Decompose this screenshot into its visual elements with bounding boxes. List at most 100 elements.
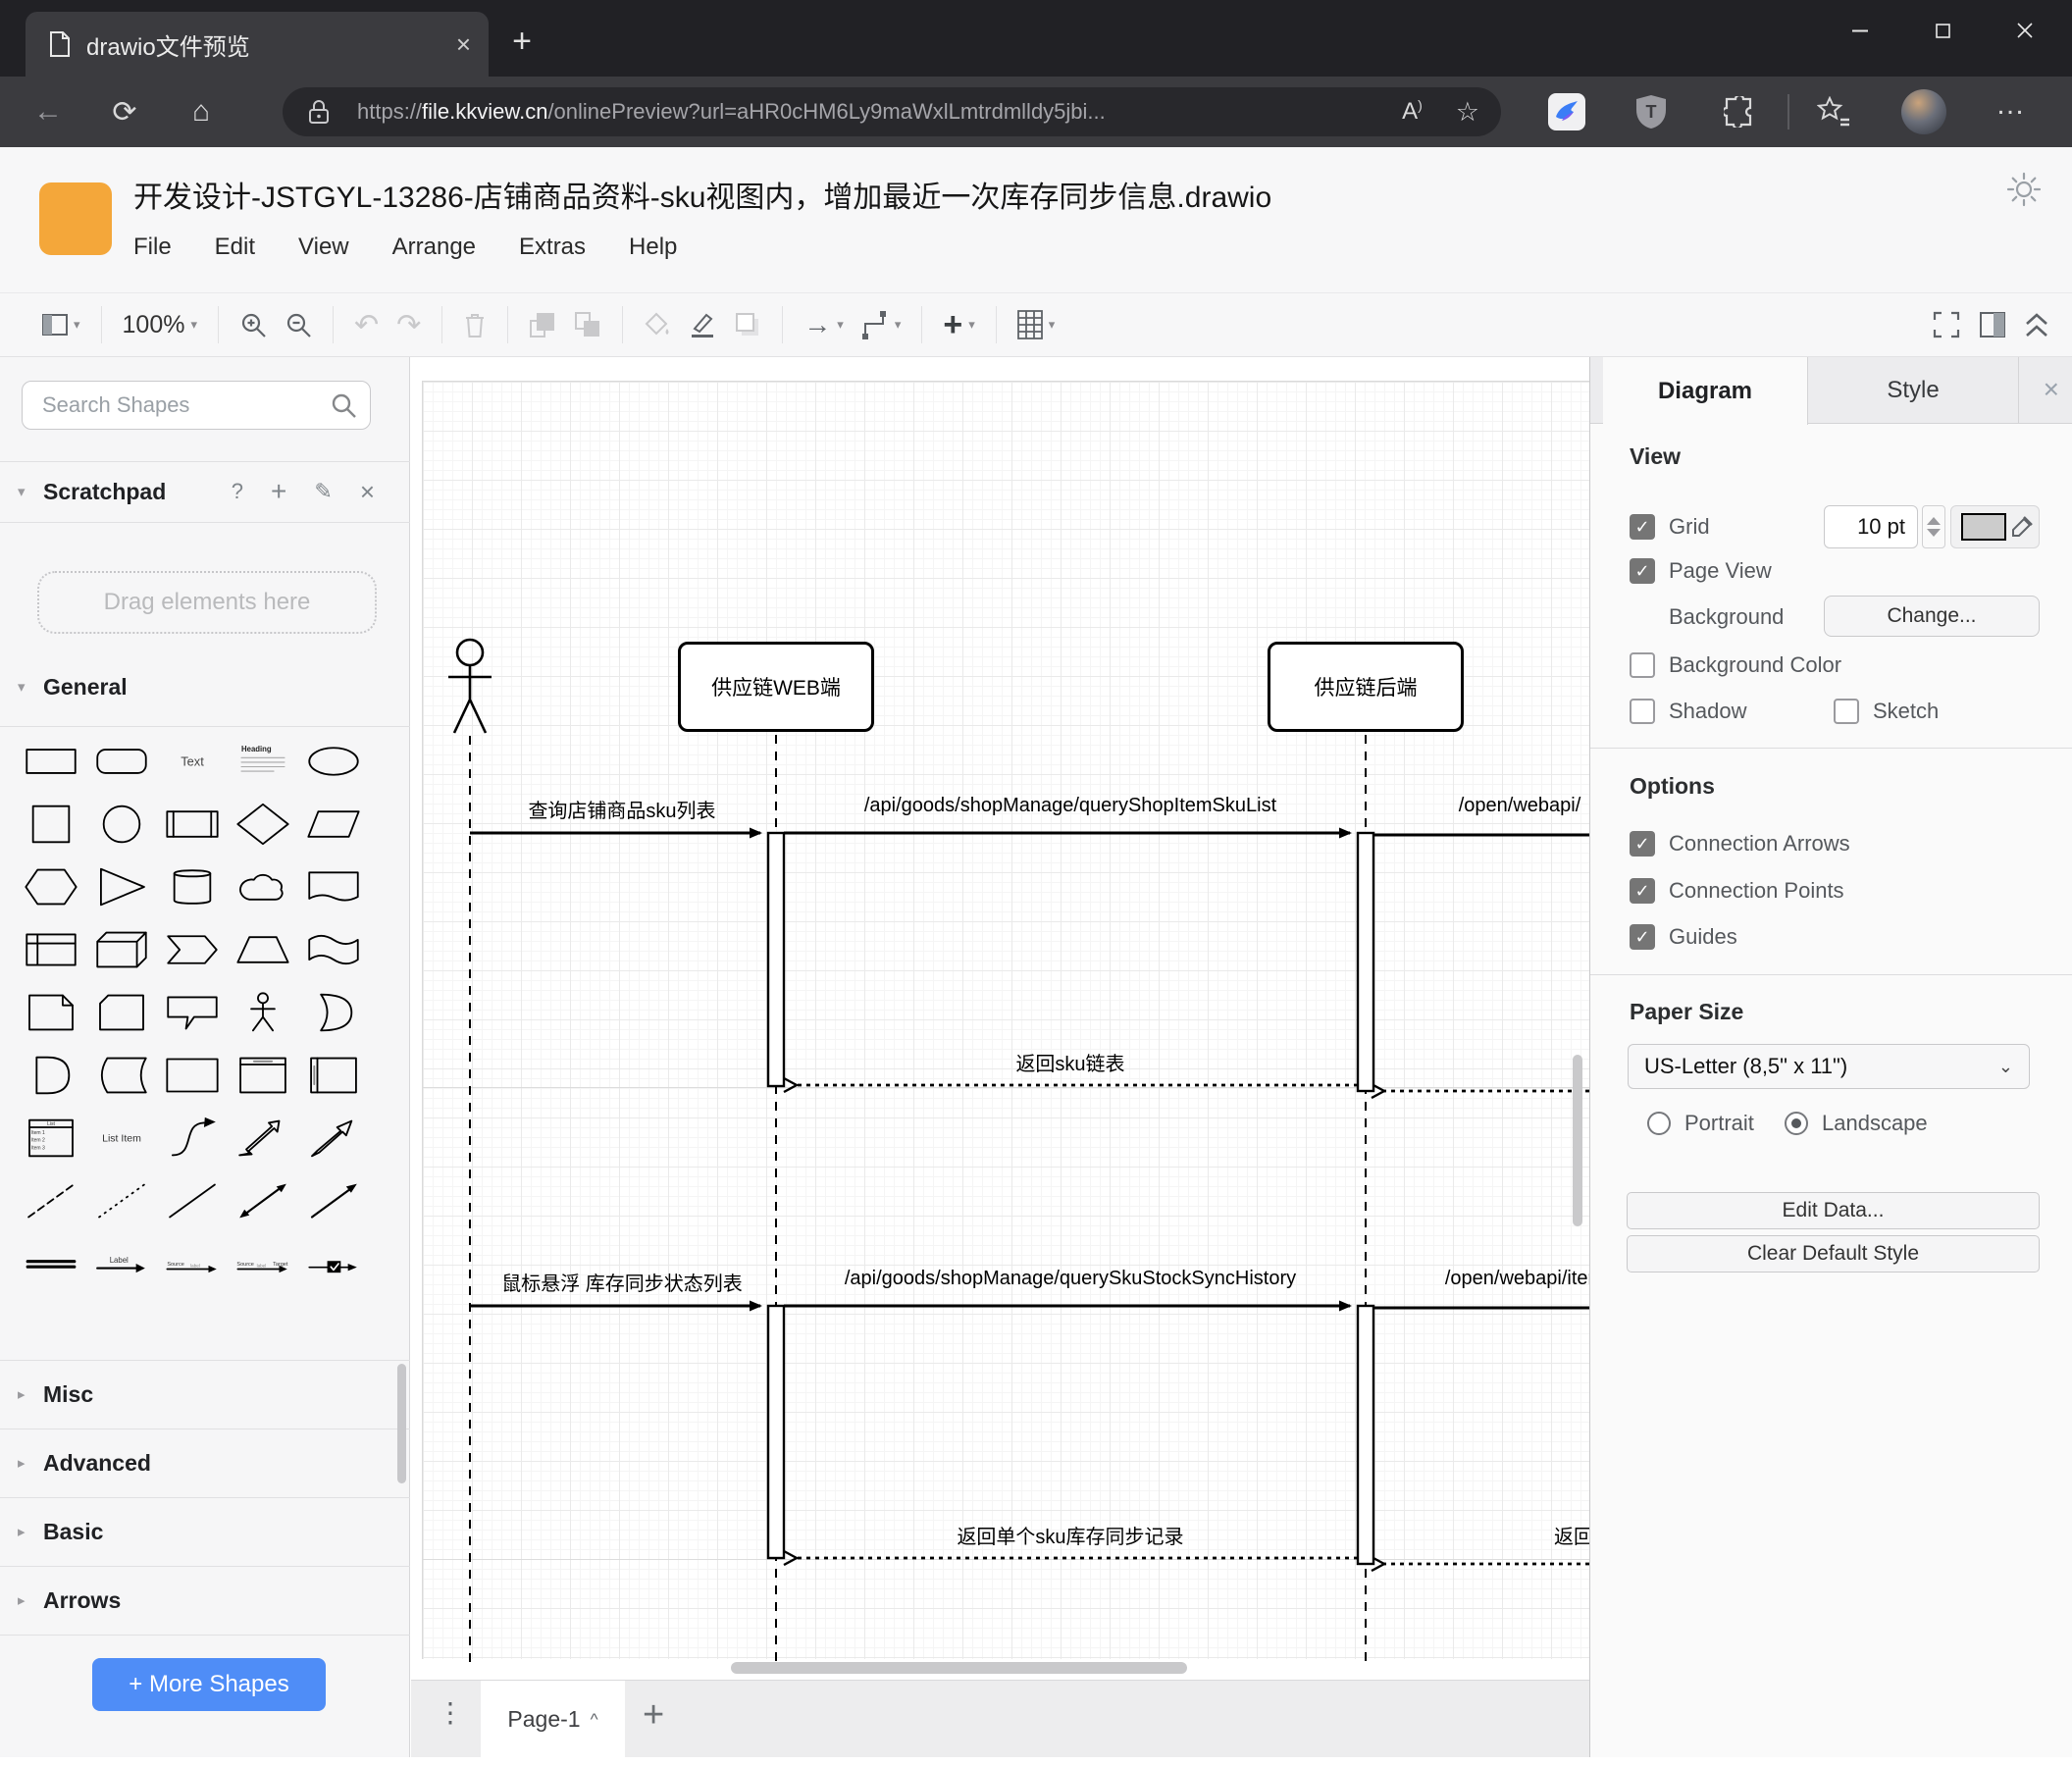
connection-points-checkbox[interactable]: ✓ xyxy=(1630,878,1655,904)
zoom-in-icon[interactable] xyxy=(239,311,267,338)
message-label[interactable]: /open/webapi/ xyxy=(1459,795,1581,817)
scratchpad-help-icon[interactable]: ? xyxy=(232,479,243,504)
url-text[interactable]: https://file.kkview.cn/onlinePreview?url… xyxy=(357,99,1402,125)
pages-menu-icon[interactable]: ⋮ xyxy=(437,1697,464,1729)
shape-process[interactable] xyxy=(157,793,228,856)
shape-rounded-rectangle[interactable] xyxy=(86,730,157,793)
collapse-toolbar-icon[interactable] xyxy=(2025,311,2048,338)
shape-internal-storage[interactable] xyxy=(16,918,86,981)
shape-curve[interactable] xyxy=(157,1107,228,1169)
read-aloud-icon[interactable]: A) xyxy=(1402,97,1423,126)
shape-dashed-line[interactable] xyxy=(16,1169,86,1232)
extension-bird-icon[interactable] xyxy=(1548,93,1585,130)
format-panel-toggle-icon[interactable] xyxy=(1980,312,2005,338)
to-back-icon[interactable] xyxy=(574,311,601,338)
connection-style-dropdown[interactable]: → ▾ xyxy=(803,309,844,340)
shape-circle[interactable] xyxy=(86,793,157,856)
shape-line[interactable] xyxy=(157,1169,228,1232)
fullscreen-icon[interactable] xyxy=(1933,311,1960,338)
shape-container[interactable] xyxy=(157,1044,228,1107)
shape-rectangle[interactable] xyxy=(16,730,86,793)
message-label[interactable]: 返回单个sku库存同步记录 xyxy=(957,1521,1183,1549)
grid-color-button[interactable] xyxy=(1950,505,2040,548)
stepper-up-icon[interactable] xyxy=(1927,517,1941,525)
paper-size-select[interactable]: US-Letter (8,5" x 11") ⌄ xyxy=(1628,1044,2030,1089)
shape-text[interactable]: Text xyxy=(157,730,228,793)
landscape-option[interactable]: Landscape xyxy=(1785,1111,1928,1136)
shape-step[interactable] xyxy=(157,918,228,981)
background-change-button[interactable]: Change... xyxy=(1824,596,2040,637)
menu-arrange[interactable]: Arrange xyxy=(392,234,476,261)
shape-actor[interactable] xyxy=(228,981,298,1044)
tab-style[interactable]: Style xyxy=(1808,357,2019,424)
expand-caret-icon[interactable]: ▸ xyxy=(18,1523,43,1540)
shape-triangle[interactable] xyxy=(86,856,157,918)
page-view-checkbox[interactable]: ✓ xyxy=(1630,558,1655,584)
shape-parallelogram[interactable] xyxy=(298,793,369,856)
scratchpad-dropzone[interactable]: Drag elements here xyxy=(37,571,377,634)
message-label[interactable]: 查询店铺商品sku列表 xyxy=(528,795,715,823)
canvas-vertical-scrollbar[interactable] xyxy=(1573,1055,1582,1226)
menu-file[interactable]: File xyxy=(133,234,172,261)
fill-color-icon[interactable] xyxy=(644,311,671,338)
view-format-tool[interactable]: ▾ xyxy=(42,314,80,336)
guides-checkbox[interactable]: ✓ xyxy=(1630,924,1655,950)
shape-cylinder[interactable] xyxy=(157,856,228,918)
table-dropdown[interactable]: ▾ xyxy=(1016,310,1055,339)
favorites-hub-icon[interactable] xyxy=(1815,93,1852,130)
shape-source-label-arrow[interactable]: Source label xyxy=(157,1232,228,1295)
collapse-caret-icon[interactable]: ▾ xyxy=(18,483,43,500)
shape-cube[interactable] xyxy=(86,918,157,981)
shape-list[interactable]: List Item 1 Item 2 Item 3 xyxy=(16,1107,86,1169)
scratchpad-header[interactable]: ▾ Scratchpad ? + ✎ × xyxy=(0,461,410,522)
line-color-icon[interactable] xyxy=(689,311,716,338)
message-label[interactable]: /api/goods/shopManage/querySkuStockSyncH… xyxy=(845,1268,1296,1290)
delete-icon[interactable] xyxy=(463,311,487,338)
menu-view[interactable]: View xyxy=(298,234,349,261)
section-misc[interactable]: ▸ Misc xyxy=(0,1360,410,1428)
message-label[interactable]: 返回 xyxy=(1554,1521,1589,1549)
section-general[interactable]: ▾ General xyxy=(0,659,410,714)
shape-horizontal-container[interactable] xyxy=(298,1044,369,1107)
connection-arrows-checkbox[interactable]: ✓ xyxy=(1630,831,1655,857)
message-label[interactable]: /api/goods/shopManage/queryShopItemSkuLi… xyxy=(864,795,1276,817)
shape-or[interactable] xyxy=(298,981,369,1044)
more-shapes-button[interactable]: + More Shapes xyxy=(92,1658,326,1711)
favorite-star-icon[interactable]: ☆ xyxy=(1456,97,1479,128)
window-maximize-button[interactable] xyxy=(1901,2,1984,59)
message-label[interactable]: 鼠标悬浮 库存同步状态列表 xyxy=(501,1268,743,1296)
portrait-radio[interactable] xyxy=(1647,1112,1671,1135)
message-label[interactable]: 返回sku链表 xyxy=(1015,1048,1124,1076)
browser-menu-icon[interactable]: … xyxy=(1995,88,2027,122)
scratchpad-edit-icon[interactable]: ✎ xyxy=(314,479,332,504)
shape-vertical-container[interactable] xyxy=(228,1044,298,1107)
browser-tab[interactable]: drawio文件预览 × xyxy=(26,12,489,77)
expand-caret-icon[interactable]: ▸ xyxy=(18,1591,43,1609)
address-bar[interactable]: https://file.kkview.cn/onlinePreview?url… xyxy=(283,87,1501,136)
sketch-checkbox[interactable] xyxy=(1834,699,1859,724)
insert-dropdown[interactable]: + ▾ xyxy=(943,308,974,341)
grid-size-stepper[interactable] xyxy=(1922,505,1945,548)
shape-list-item[interactable]: List Item xyxy=(86,1107,157,1169)
tab-close-icon[interactable]: × xyxy=(456,31,471,57)
shape-card[interactable] xyxy=(86,981,157,1044)
stepper-down-icon[interactable] xyxy=(1927,529,1941,537)
section-basic[interactable]: ▸ Basic xyxy=(0,1497,410,1566)
shape-diamond[interactable] xyxy=(228,793,298,856)
shape-label-arrow[interactable]: Label xyxy=(86,1232,157,1295)
shape-cloud[interactable] xyxy=(228,856,298,918)
shape-callout[interactable] xyxy=(157,981,228,1044)
to-front-icon[interactable] xyxy=(529,311,556,338)
shape-symbol-arrow[interactable] xyxy=(298,1232,369,1295)
extension-shield-icon[interactable]: T xyxy=(1632,93,1670,130)
new-tab-button[interactable]: + xyxy=(502,22,542,61)
undo-icon[interactable]: ↶ xyxy=(354,308,379,342)
zoom-out-icon[interactable] xyxy=(285,311,312,338)
theme-sun-icon[interactable] xyxy=(2005,171,2043,213)
sidebar-scrollbar[interactable] xyxy=(397,1364,406,1483)
shape-note[interactable] xyxy=(16,981,86,1044)
clear-default-style-button[interactable]: Clear Default Style xyxy=(1627,1235,2040,1273)
extensions-puzzle-icon[interactable] xyxy=(1721,93,1758,130)
shape-and[interactable] xyxy=(16,1044,86,1107)
reload-icon[interactable]: ⟳ xyxy=(98,95,151,130)
